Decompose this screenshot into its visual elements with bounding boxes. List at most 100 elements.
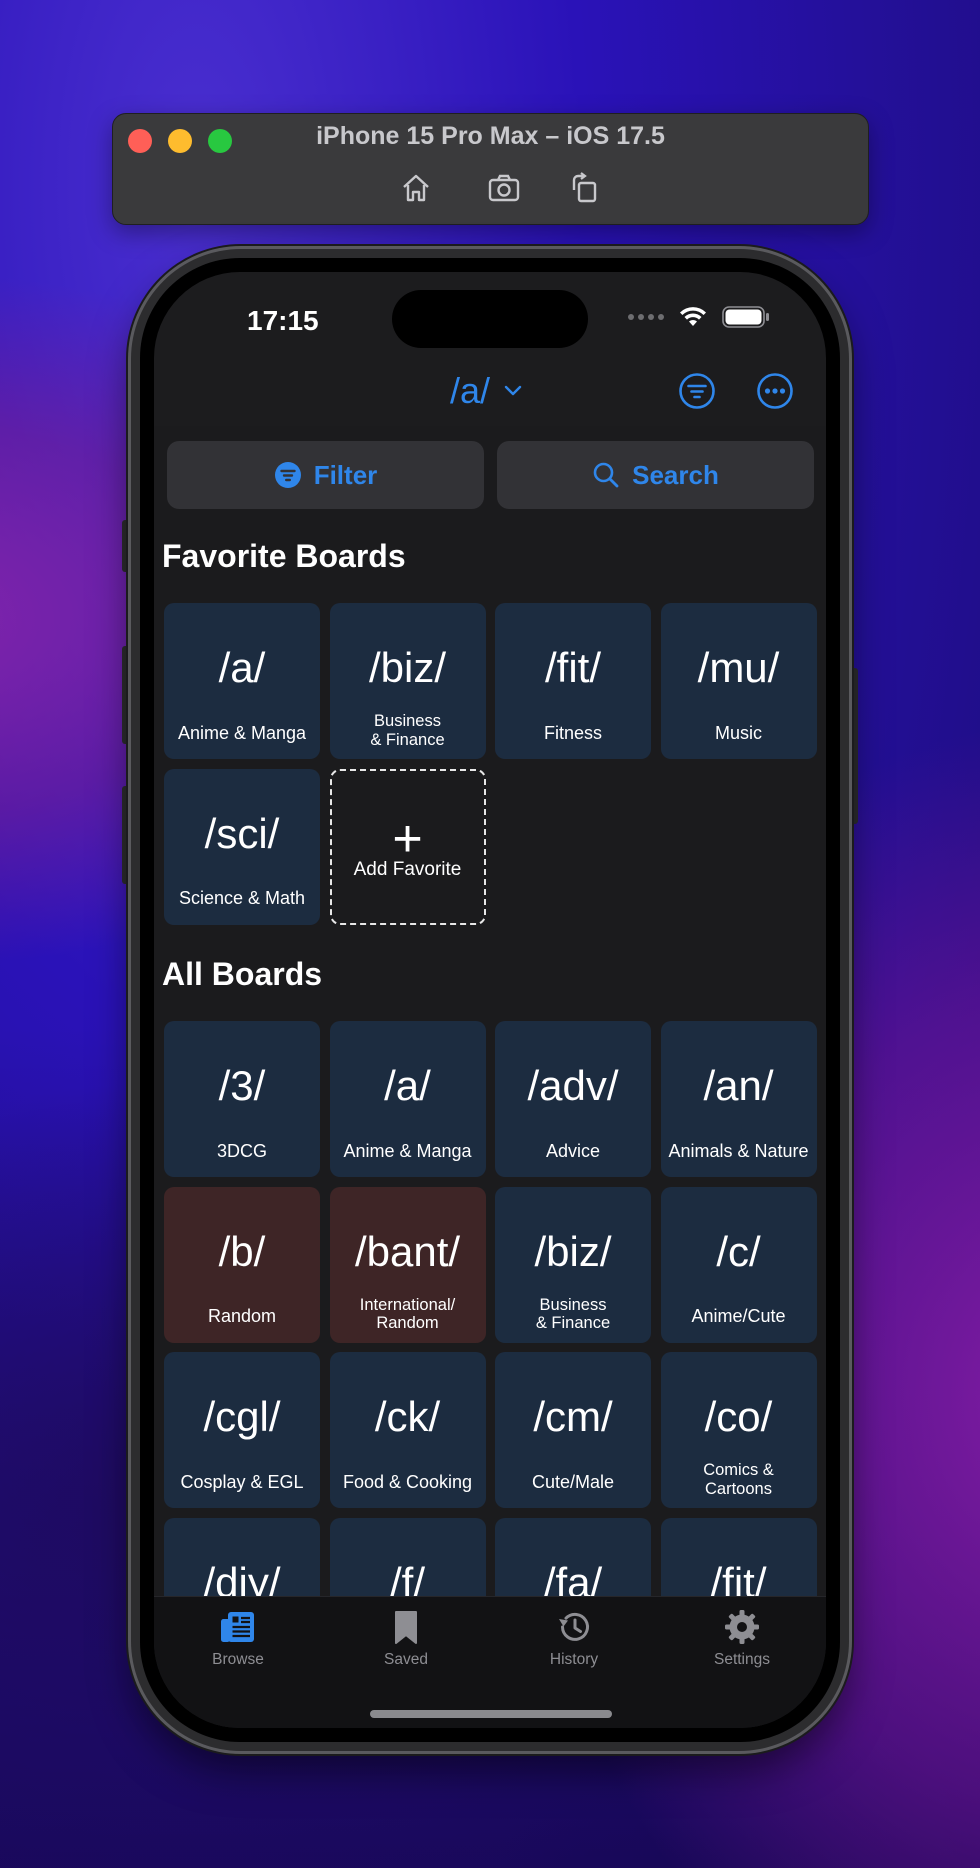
phone-screen: 17:15 /a/ Filter Search Favorite Boards …: [154, 272, 826, 1728]
board-tile[interactable]: /adv/Advice: [495, 1021, 651, 1177]
tab-saved-label: Saved: [384, 1651, 428, 1668]
board-tile[interactable]: /biz/Business & Finance: [329, 603, 486, 759]
tab-browse[interactable]: Browse: [154, 1607, 322, 1677]
board-tile[interactable]: /co/Comics & Cartoons: [660, 1352, 817, 1508]
gear-icon: [725, 1610, 759, 1644]
board-tile[interactable]: /fit/Fitness: [495, 603, 651, 759]
favorite-boards-heading: Favorite Boards: [162, 538, 406, 574]
all-boards-heading: All Boards: [162, 956, 323, 992]
board-code: /adv/: [527, 1062, 619, 1109]
battery-icon: [722, 306, 769, 328]
board-description: Anime & Manga: [177, 722, 307, 743]
filter-icon: [274, 462, 301, 488]
status-bar: 17:15: [154, 272, 826, 362]
board-tile[interactable]: /ck/Food & Cooking: [329, 1352, 486, 1508]
tab-settings[interactable]: Settings: [658, 1607, 826, 1677]
board-tile[interactable]: /b/Random: [164, 1186, 320, 1343]
board-tile[interactable]: /fit/: [660, 1517, 817, 1596]
navigation-bar: /a/: [154, 362, 826, 426]
board-code: /f/: [389, 1558, 425, 1596]
add-favorite-button[interactable]: + Add Favorite: [329, 768, 486, 925]
board-tile[interactable]: /3/3DCG: [164, 1021, 320, 1177]
board-code: /3/: [218, 1062, 266, 1109]
board-description: Anime/Cute: [691, 1306, 786, 1327]
board-tile[interactable]: /an/Animals & Nature: [660, 1021, 817, 1177]
dynamic-island: [392, 290, 588, 348]
filter-circle-icon[interactable]: [678, 372, 716, 410]
board-tile[interactable]: /c/Anime/Cute: [660, 1186, 817, 1343]
board-description: Business & Finance: [535, 1295, 611, 1333]
tab-bar: Browse Saved History Settings: [154, 1596, 826, 1728]
status-indicators: [628, 306, 770, 328]
board-tile[interactable]: /biz/Business & Finance: [495, 1186, 651, 1343]
plus-icon: +: [392, 809, 423, 868]
board-description: Cosplay & EGL: [180, 1471, 304, 1492]
search-icon: [593, 462, 619, 488]
board-code: /c/: [716, 1227, 761, 1275]
board-description: Cute/Male: [531, 1471, 615, 1492]
home-indicator: [370, 1710, 612, 1718]
board-code: /bant/: [354, 1227, 461, 1275]
board-code: /a/: [384, 1062, 431, 1109]
status-time: 17:15: [247, 305, 319, 336]
tab-history[interactable]: History: [490, 1607, 658, 1677]
board-tile[interactable]: /fa/: [495, 1517, 651, 1596]
more-circle-icon[interactable]: [756, 372, 794, 410]
cellular-signal-icon: [628, 314, 664, 320]
home-icon[interactable]: [398, 170, 434, 206]
board-description: International/ Random: [359, 1295, 456, 1333]
board-tile[interactable]: /cgl/Cosplay & EGL: [164, 1352, 320, 1508]
simulator-title: iPhone 15 Pro Max – iOS 17.5: [316, 122, 665, 150]
board-tile[interactable]: /bant/International/ Random: [329, 1186, 486, 1343]
board-tile[interactable]: /cm/Cute/Male: [495, 1352, 651, 1508]
board-description: Food & Cooking: [342, 1471, 473, 1492]
screenshot-icon[interactable]: [486, 170, 522, 206]
search-label: Search: [632, 459, 719, 490]
board-code: /an/: [703, 1062, 774, 1109]
browse-icon: [221, 1612, 254, 1642]
rotate-icon[interactable]: [566, 170, 602, 206]
board-tile[interactable]: /mu/Music: [660, 603, 817, 759]
board-tile[interactable]: /a/Anime & Manga: [164, 603, 320, 759]
board-description: Comics & Cartoons: [703, 1461, 774, 1498]
filter-label: Filter: [313, 459, 378, 490]
board-code: /mu/: [697, 644, 780, 691]
board-code: /biz/: [534, 1227, 612, 1275]
board-code: /fit/: [710, 1558, 767, 1596]
board-tile[interactable]: /sci/Science & Math: [164, 768, 320, 925]
board-description: Anime & Manga: [343, 1140, 472, 1161]
board-code: /fa/: [543, 1558, 603, 1596]
bookmark-icon: [395, 1611, 417, 1644]
boards-scroll-view[interactable]: Filter Search Favorite Boards /a/Anime &…: [154, 426, 826, 1596]
board-description: 3DCG: [216, 1140, 267, 1161]
board-code: /a/: [218, 644, 266, 691]
board-code: /cgl/: [203, 1393, 281, 1440]
board-code: /co/: [704, 1393, 773, 1440]
chevron-down-icon: [504, 385, 522, 396]
board-code: /b/: [218, 1227, 266, 1275]
search-button[interactable]: Search: [497, 441, 814, 509]
board-code: /cm/: [533, 1393, 613, 1440]
board-code: /ck/: [374, 1393, 441, 1440]
board-code: /sci/: [204, 809, 280, 857]
add-favorite-label: Add Favorite: [353, 858, 462, 880]
board-code: /diy/: [203, 1558, 281, 1596]
history-icon: [559, 1612, 589, 1641]
filter-button[interactable]: Filter: [167, 441, 484, 509]
tab-settings-label: Settings: [713, 1651, 770, 1668]
board-tile[interactable]: /a/Anime & Manga: [329, 1021, 486, 1177]
power-button: [848, 668, 858, 824]
tab-saved[interactable]: Saved: [322, 1607, 490, 1677]
board-tile[interactable]: /diy/: [164, 1517, 320, 1596]
board-description: Advice: [545, 1140, 601, 1161]
tab-history-label: History: [549, 1651, 599, 1668]
board-selector[interactable]: /a/: [450, 370, 522, 412]
board-description: Animals & Nature: [668, 1140, 809, 1161]
tab-browse-label: Browse: [212, 1651, 264, 1668]
board-description: Fitness: [543, 722, 603, 743]
board-description: Science & Math: [178, 888, 306, 909]
board-tile[interactable]: /f/: [329, 1517, 486, 1596]
board-description: Random: [207, 1306, 277, 1327]
current-board: /a/: [450, 370, 491, 411]
board-code: /fit/: [544, 644, 601, 691]
